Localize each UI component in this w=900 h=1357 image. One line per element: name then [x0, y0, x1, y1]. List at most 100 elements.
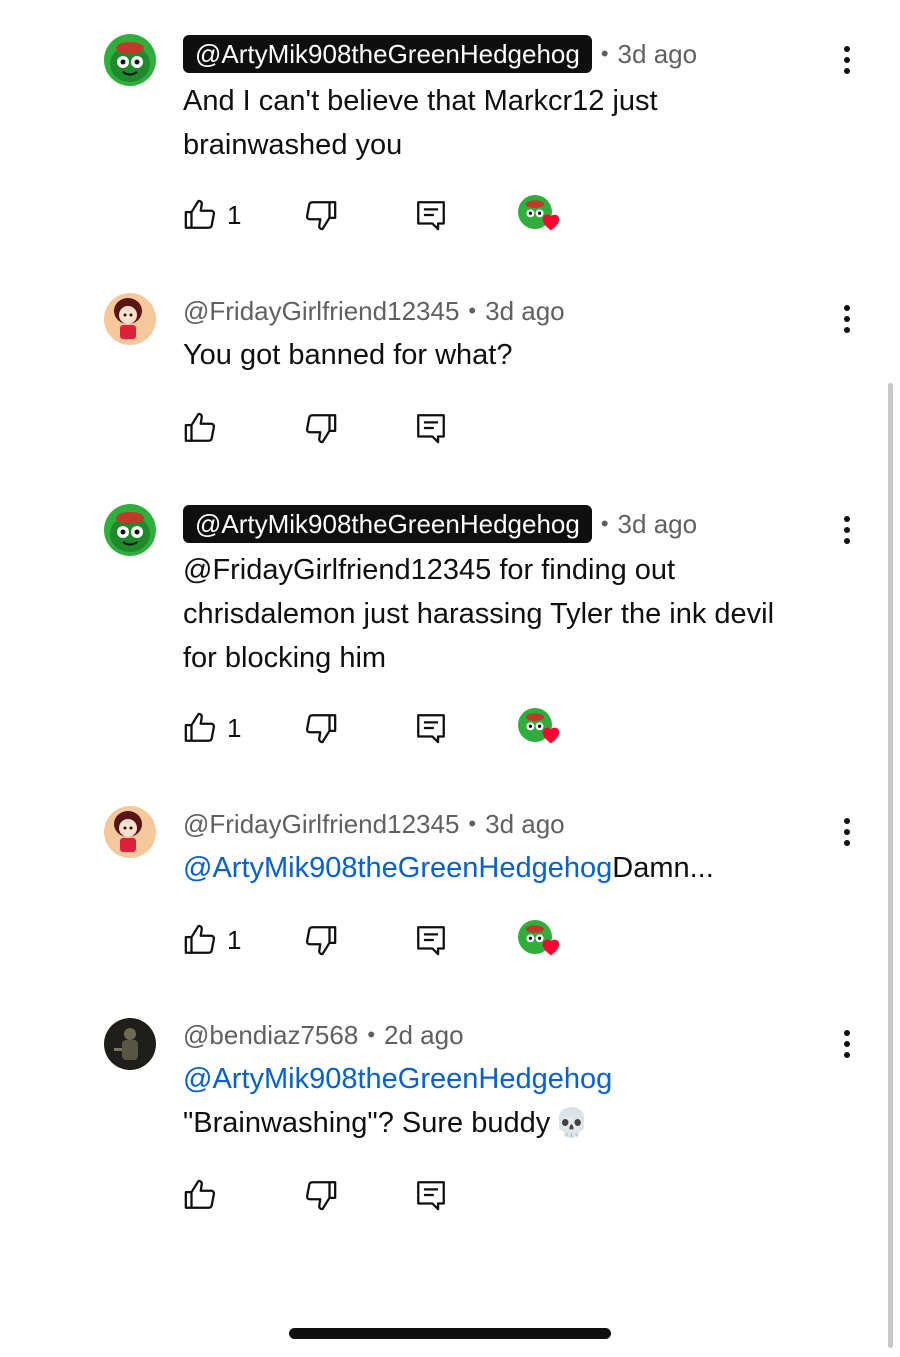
reply-button[interactable]: [414, 708, 448, 748]
comment-text-line: And I can't believe that Markcr12 just: [183, 85, 658, 117]
comment-text-line: "Brainwashing"? Sure buddy 💀: [183, 1101, 843, 1145]
creator-heart: [518, 708, 560, 748]
comment-text: @FridayGirlfriend12345 for finding out c…: [183, 548, 843, 680]
dark-figure-avatar-icon: [104, 1018, 156, 1070]
creator-heart: [518, 920, 560, 960]
comment-text: @ArtyMik908theGreenHedgehog "Brainwashin…: [183, 1057, 843, 1145]
separator-dot: •: [468, 298, 477, 323]
separator-dot: •: [600, 511, 609, 536]
thumbs-up-icon: [184, 1179, 216, 1209]
separator-dot: •: [600, 41, 609, 66]
skull-emoji-icon: 💀: [554, 1107, 590, 1138]
dislike-button[interactable]: [304, 920, 338, 960]
creator-heart-icon: [542, 727, 560, 744]
like-button[interactable]: [183, 408, 217, 448]
like-button[interactable]: [183, 1175, 217, 1215]
reply-comment-icon: [417, 926, 445, 956]
comment-author[interactable]: @ArtyMik908theGreenHedgehog: [183, 35, 592, 73]
comment-text-line: @ArtyMik908theGreenHedgehog: [183, 1057, 843, 1101]
comment-text-line: @ArtyMik908theGreenHedgehogDamn...: [183, 846, 843, 890]
like-count: 1: [227, 924, 242, 955]
creator-heart: [518, 195, 560, 235]
avatar[interactable]: [104, 293, 156, 345]
scrollbar[interactable]: [888, 383, 893, 1348]
home-indicator[interactable]: [289, 1328, 611, 1339]
like-button[interactable]: 1: [183, 920, 241, 960]
dislike-button[interactable]: [304, 408, 338, 448]
like-button[interactable]: 1: [183, 195, 241, 235]
dislike-button[interactable]: [304, 195, 338, 235]
comment-meta: @FridayGirlfriend12345 • 3d ago: [183, 291, 565, 331]
thumbs-up-icon: [184, 412, 216, 442]
comment-text-line: brainwashed you: [183, 129, 403, 161]
thumbs-up-icon: [184, 199, 216, 229]
comment-meta: @ArtyMik908theGreenHedgehog • 3d ago: [183, 504, 697, 544]
girlfriend-avatar-icon: [104, 806, 156, 858]
comment-text: And I can't believe that Markcr12 just b…: [183, 79, 843, 167]
reply-button[interactable]: [414, 920, 448, 960]
comment-text-line: "Brainwashing"? Sure buddy: [183, 1107, 551, 1139]
comment-text-line: You got banned for what?: [183, 339, 513, 371]
comment-text-line: Damn...: [612, 852, 714, 884]
thumbs-up-icon: [184, 924, 216, 954]
thumbs-down-icon: [305, 926, 337, 956]
avatar[interactable]: [104, 1018, 156, 1070]
thumbs-down-icon: [305, 201, 337, 231]
more-options-button[interactable]: [832, 1024, 862, 1064]
comment-text: @ArtyMik908theGreenHedgehogDamn...: [183, 846, 843, 890]
more-options-button[interactable]: [832, 299, 862, 339]
avatar[interactable]: [104, 806, 156, 858]
comment-time: 3d ago: [485, 295, 565, 326]
reply-comment-icon: [417, 201, 445, 231]
reply-comment-icon: [417, 414, 445, 444]
comment-time: 3d ago: [617, 508, 698, 539]
comment-author[interactable]: @FridayGirlfriend12345: [183, 296, 459, 327]
more-options-button[interactable]: [832, 40, 862, 80]
green-hedgehog-avatar-icon: [104, 34, 156, 86]
more-vertical-icon: [844, 516, 850, 522]
comment-meta: @bendiaz7568 • 2d ago: [183, 1015, 464, 1055]
comment-meta: @ArtyMik908theGreenHedgehog • 3d ago: [183, 34, 697, 74]
thumbs-down-icon: [305, 1181, 337, 1211]
comment-author[interactable]: @bendiaz7568: [183, 1020, 358, 1051]
creator-heart-icon: [542, 939, 560, 956]
reply-button[interactable]: [414, 1175, 448, 1215]
green-hedgehog-avatar-icon: [104, 504, 156, 556]
comment-text: You got banned for what?: [183, 333, 843, 377]
thumbs-down-icon: [305, 414, 337, 444]
reply-comment-icon: [417, 1181, 445, 1211]
girlfriend-avatar-icon: [104, 293, 156, 345]
reply-comment-icon: [417, 714, 445, 744]
creator-heart-icon: [542, 214, 560, 231]
more-vertical-icon: [844, 46, 850, 52]
like-count: 1: [227, 712, 242, 743]
comment-text-line: for blocking him: [183, 642, 387, 674]
separator-dot: •: [468, 811, 477, 836]
comment-text-line: chrisdalemon just harassing Tyler the in…: [183, 598, 775, 630]
mention-link[interactable]: @ArtyMik908theGreenHedgehog: [183, 1063, 612, 1095]
comment-meta: @FridayGirlfriend12345 • 3d ago: [183, 804, 565, 844]
comment-time: 3d ago: [617, 38, 698, 69]
comment-time: 2d ago: [384, 1019, 464, 1050]
reply-button[interactable]: [414, 408, 448, 448]
dislike-button[interactable]: [304, 708, 338, 748]
thumbs-down-icon: [305, 714, 337, 744]
reply-button[interactable]: [414, 195, 448, 235]
like-count: 1: [227, 199, 242, 230]
more-options-button[interactable]: [832, 510, 862, 550]
more-vertical-icon: [844, 1030, 850, 1036]
dislike-button[interactable]: [304, 1175, 338, 1215]
comment-author[interactable]: @ArtyMik908theGreenHedgehog: [183, 505, 592, 543]
avatar[interactable]: [104, 34, 156, 86]
thumbs-up-icon: [184, 712, 216, 742]
more-vertical-icon: [844, 305, 850, 311]
comment-author[interactable]: @FridayGirlfriend12345: [183, 809, 459, 840]
like-button[interactable]: 1: [183, 708, 241, 748]
more-options-button[interactable]: [832, 812, 862, 852]
comment-text-line: @FridayGirlfriend12345 for finding out: [183, 554, 676, 586]
comment-time: 3d ago: [485, 808, 565, 839]
separator-dot: •: [367, 1022, 376, 1047]
mention-link[interactable]: @ArtyMik908theGreenHedgehog: [183, 852, 612, 884]
avatar[interactable]: [104, 504, 156, 556]
more-vertical-icon: [844, 818, 850, 824]
